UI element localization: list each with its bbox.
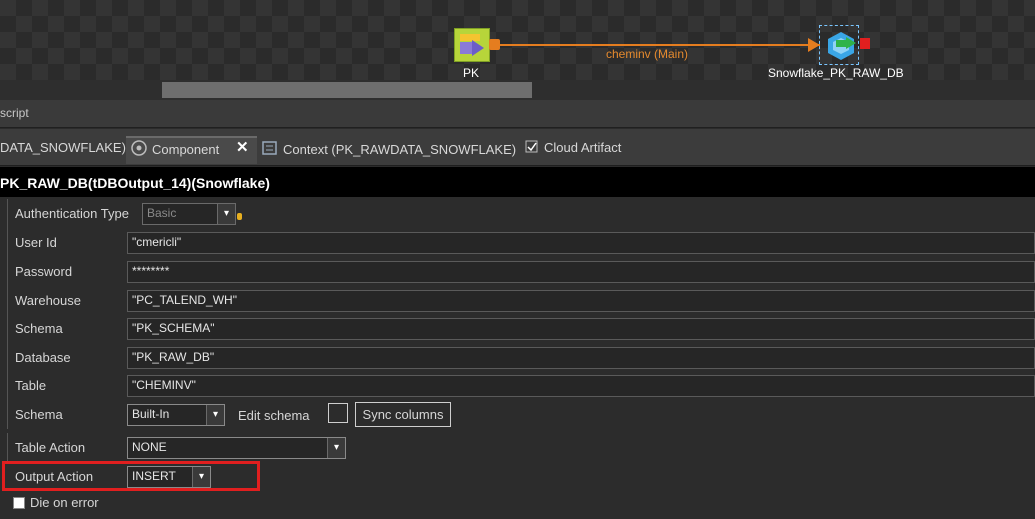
schema-type-label: Schema — [15, 407, 63, 422]
die-on-error-label: Die on error — [30, 495, 99, 510]
row-authentication-type: Authentication Type Basic ▾ — [0, 199, 1035, 228]
die-on-error-checkbox[interactable] — [13, 497, 25, 509]
row-table: Table "CHEMINV" — [0, 371, 1035, 400]
output-action-highlight — [2, 461, 260, 491]
main-link-line[interactable] — [490, 44, 820, 46]
tab-context-label: Context (PK_RAWDATA_SNOWFLAKE) — [283, 142, 517, 157]
tab-component[interactable]: Component — [131, 140, 219, 159]
table-action-value: NONE — [132, 440, 167, 454]
job-design-canvas[interactable]: PK cheminv (Main) Snowflake_PK_RAW_DB — [0, 0, 1035, 100]
schema-field[interactable]: "PK_SCHEMA" — [127, 318, 1035, 340]
row-divider — [7, 371, 8, 400]
snowflake-icon — [828, 32, 856, 60]
row-divider — [7, 400, 8, 429]
link-label[interactable]: cheminv (Main) — [606, 47, 688, 61]
authentication-type-value: Basic — [147, 206, 177, 220]
row-password: Password ******** — [0, 257, 1035, 286]
edit-schema-label: Edit schema — [238, 408, 310, 423]
user-id-field[interactable]: "cmericli" — [127, 232, 1035, 254]
canvas-scrollbar-thumb[interactable] — [162, 82, 532, 98]
pk-input-node[interactable] — [454, 28, 490, 62]
row-divider — [7, 257, 8, 286]
tab-cloud-artifact-label: Cloud Artifact — [544, 140, 622, 155]
component-icon — [131, 140, 147, 159]
table-action-select[interactable]: NONE ▾ — [127, 437, 346, 459]
script-label: script — [0, 106, 29, 120]
row-divider — [7, 228, 8, 257]
table-action-label: Table Action — [15, 440, 86, 455]
input-component-icon — [460, 34, 484, 56]
row-divider — [7, 314, 8, 343]
snowflake-output-node[interactable] — [819, 25, 870, 65]
row-divider — [7, 433, 8, 462]
schema-label: Schema — [15, 321, 63, 336]
row-divider — [7, 343, 8, 372]
component-title: PK_RAW_DB(tDBOutput_14)(Snowflake) — [0, 175, 270, 191]
component-title-bar: PK_RAW_DB(tDBOutput_14)(Snowflake) — [0, 167, 1035, 197]
row-database: Database "PK_RAW_DB" — [0, 343, 1035, 372]
properties-tab-bar: DATA_SNOWFLAKE) Component ✕ Context (PK_… — [0, 129, 1035, 166]
database-label: Database — [15, 350, 71, 365]
row-schema: Schema "PK_SCHEMA" — [0, 314, 1035, 343]
close-icon[interactable]: ✕ — [236, 138, 249, 156]
snowflake-node-label: Snowflake_PK_RAW_DB — [768, 66, 904, 80]
context-icon — [262, 140, 278, 159]
schema-type-select[interactable]: Built-In ▾ — [127, 404, 225, 426]
sync-columns-button[interactable]: Sync columns — [355, 402, 451, 427]
password-label: Password — [15, 264, 73, 279]
user-id-label: User Id — [15, 235, 57, 250]
row-schema-type: Schema Built-In ▾ Edit schema Sync colum… — [0, 400, 1035, 429]
warning-icon — [237, 213, 242, 220]
authentication-type-select[interactable]: Basic ▾ — [142, 203, 236, 225]
chevron-down-icon: ▾ — [206, 405, 224, 425]
row-warehouse: Warehouse "PC_TALEND_WH" — [0, 286, 1035, 315]
authentication-type-label: Authentication Type — [15, 206, 129, 221]
tab-component-label: Component — [152, 142, 220, 157]
script-bar: script — [0, 100, 1035, 128]
chevron-down-icon: ▾ — [327, 438, 345, 458]
row-divider — [7, 286, 8, 315]
tab-job[interactable]: DATA_SNOWFLAKE) — [0, 140, 126, 155]
die-on-error-option[interactable]: Die on error — [13, 495, 99, 510]
tab-context[interactable]: Context (PK_RAWDATA_SNOWFLAKE) — [262, 140, 516, 159]
warehouse-field[interactable]: "PC_TALEND_WH" — [127, 290, 1035, 312]
warehouse-label: Warehouse — [15, 293, 81, 308]
pk-node-label: PK — [463, 66, 480, 80]
schema-type-value: Built-In — [132, 407, 170, 421]
row-user-id: User Id "cmericli" — [0, 228, 1035, 257]
tab-job-label: DATA_SNOWFLAKE) — [0, 140, 126, 155]
edit-schema-button[interactable] — [328, 403, 348, 423]
cloud-artifact-icon — [525, 140, 539, 157]
table-label: Table — [15, 378, 47, 393]
chevron-down-icon: ▾ — [217, 204, 235, 224]
row-table-action: Table Action NONE ▾ — [0, 433, 1035, 462]
row-divider — [7, 199, 8, 228]
reject-output-icon — [860, 38, 870, 49]
password-field[interactable]: ******** — [127, 261, 1035, 283]
tab-cloud-artifact[interactable]: Cloud Artifact — [525, 140, 621, 157]
database-field[interactable]: "PK_RAW_DB" — [127, 347, 1035, 369]
table-field[interactable]: "CHEMINV" — [127, 375, 1035, 397]
